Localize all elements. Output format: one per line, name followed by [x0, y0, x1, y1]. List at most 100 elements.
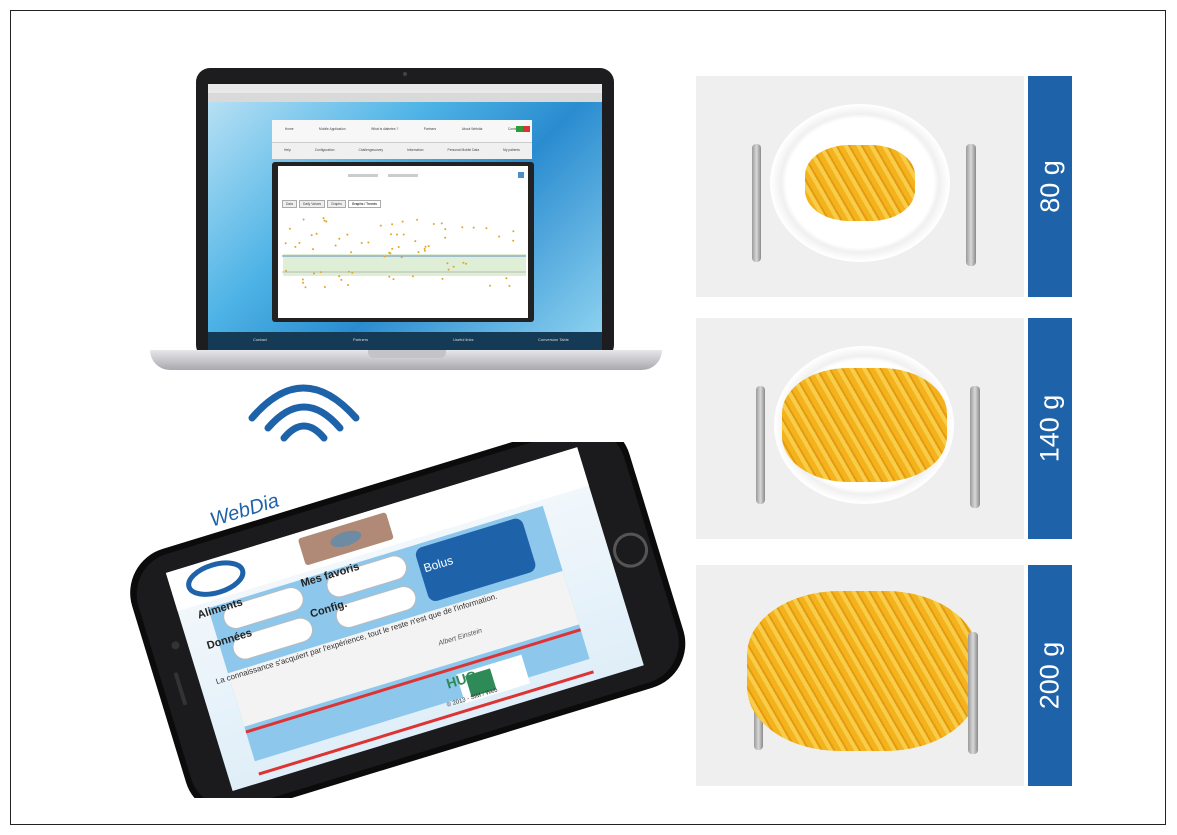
glucose-point [338, 275, 341, 278]
laptop-notch [368, 350, 446, 358]
button-donnees[interactable]: Données [205, 627, 253, 652]
glucose-point [302, 281, 305, 284]
tab-data[interactable]: Data [282, 200, 297, 208]
date-field[interactable] [388, 174, 418, 177]
glucose-point [447, 268, 450, 271]
site-header: Home Mobile Application What is diabetes… [272, 120, 532, 142]
print-icon[interactable] [518, 172, 524, 178]
portion-weight-text: 140 g [1034, 394, 1065, 463]
glucose-point [367, 241, 370, 244]
copyright-text: © 2013 - SIM / Web [446, 687, 499, 709]
glucose-point [323, 286, 326, 288]
site-subnav: Help Configuration Challengesurvey Infor… [272, 142, 532, 159]
french-fries [805, 145, 915, 221]
camera-dot [403, 72, 407, 76]
glucose-point [346, 233, 349, 236]
glucose-point [285, 269, 287, 272]
glucose-point [390, 233, 392, 236]
subnav-mobile-data[interactable]: Personal Mobile Data [448, 148, 480, 152]
footer-links[interactable]: Useful links [453, 337, 473, 342]
portion-weight-label: 200 g [1028, 565, 1072, 786]
glucose-point [340, 278, 343, 281]
nav-link-home[interactable]: Home [285, 127, 294, 131]
glucose-point [323, 219, 326, 222]
glucose-point [312, 248, 314, 251]
glucose-point [319, 271, 322, 274]
glucose-point [347, 284, 349, 286]
button-config[interactable]: Config. [309, 598, 349, 621]
footer-conversion[interactable]: Conversion Table [538, 337, 569, 342]
flag-icons[interactable] [516, 126, 530, 132]
tab-graphs[interactable]: Graphs [327, 200, 346, 208]
app-logo: WebDia [207, 489, 282, 532]
glucose-point [461, 226, 464, 229]
glucose-point [294, 245, 297, 248]
quote-author: Albert Einstein [437, 627, 483, 648]
glucose-point [498, 235, 501, 238]
glucose-point [388, 275, 391, 278]
glucose-point [310, 234, 313, 237]
glucose-point [284, 242, 287, 245]
glucose-point [351, 271, 354, 274]
glucose-point [379, 224, 382, 227]
tab-daily[interactable]: Daily Values [298, 200, 326, 208]
glucose-point [423, 247, 426, 250]
glucose-point [417, 251, 420, 254]
glucose-point [391, 247, 394, 250]
glucose-point [301, 278, 304, 281]
nav-link-mobile[interactable]: Mobile Application [319, 127, 346, 131]
glucose-point [322, 217, 325, 220]
subnav-config[interactable]: Configuration [315, 148, 335, 152]
glucose-point [396, 233, 398, 236]
glucose-point [334, 244, 337, 247]
wifi-icon [248, 384, 360, 442]
glucose-point [465, 262, 468, 265]
subnav-patients[interactable]: My patients [503, 148, 520, 152]
glucose-point [424, 245, 427, 248]
laptop-screen: Home Mobile Application What is diabetes… [208, 84, 602, 350]
subnav-info[interactable]: Information [407, 148, 424, 152]
subnav-challenge[interactable]: Challengesurvey [358, 148, 383, 152]
glucose-point [508, 284, 511, 287]
glucose-point [392, 278, 395, 281]
glucose-point [298, 241, 301, 244]
glucose-point [302, 218, 305, 221]
portion-weight-text: 80 g [1034, 160, 1065, 213]
nav-link-about[interactable]: About Webdia [462, 127, 483, 131]
button-favoris[interactable]: Mes favoris [299, 561, 360, 590]
portion-weight-label: 140 g [1028, 318, 1072, 539]
glucose-point [512, 230, 515, 233]
glucose-point [360, 242, 363, 244]
knife [968, 632, 978, 754]
button-bolus[interactable]: Bolus [422, 553, 455, 575]
date-field[interactable] [348, 174, 378, 177]
glucose-point [411, 275, 414, 278]
glucose-point [441, 277, 444, 280]
glucose-point [315, 232, 318, 235]
glucose-point [472, 226, 475, 229]
quote-text: La connaissance s'acquiert par l'expérie… [214, 591, 499, 687]
glucose-point [402, 233, 405, 236]
tab-trends[interactable]: Graphs / Trends [347, 200, 381, 208]
glucose-point [391, 223, 394, 226]
nav-link-diabetes[interactable]: What is diabetes ? [371, 127, 398, 131]
glucose-point [424, 249, 426, 252]
glucose-point [414, 240, 417, 243]
glucose-point [347, 270, 350, 273]
button-aliments[interactable]: Aliments [196, 596, 244, 621]
nav-link-partners[interactable]: Partners [424, 127, 436, 131]
footer-contact[interactable]: Contact [253, 337, 267, 342]
glucose-point [338, 237, 341, 240]
knife [970, 386, 980, 508]
glucose-point [444, 236, 447, 239]
glucose-point [388, 251, 391, 254]
glucose-point [400, 256, 403, 259]
glucose-point [489, 284, 491, 287]
glucose-point [397, 246, 400, 248]
glucose-point [452, 265, 455, 268]
glucose-point [304, 286, 307, 289]
footer-partners[interactable]: Partners [353, 337, 368, 342]
subnav-help[interactable]: Help [284, 148, 291, 152]
glucose-point [401, 220, 404, 223]
glucose-point [440, 222, 443, 225]
